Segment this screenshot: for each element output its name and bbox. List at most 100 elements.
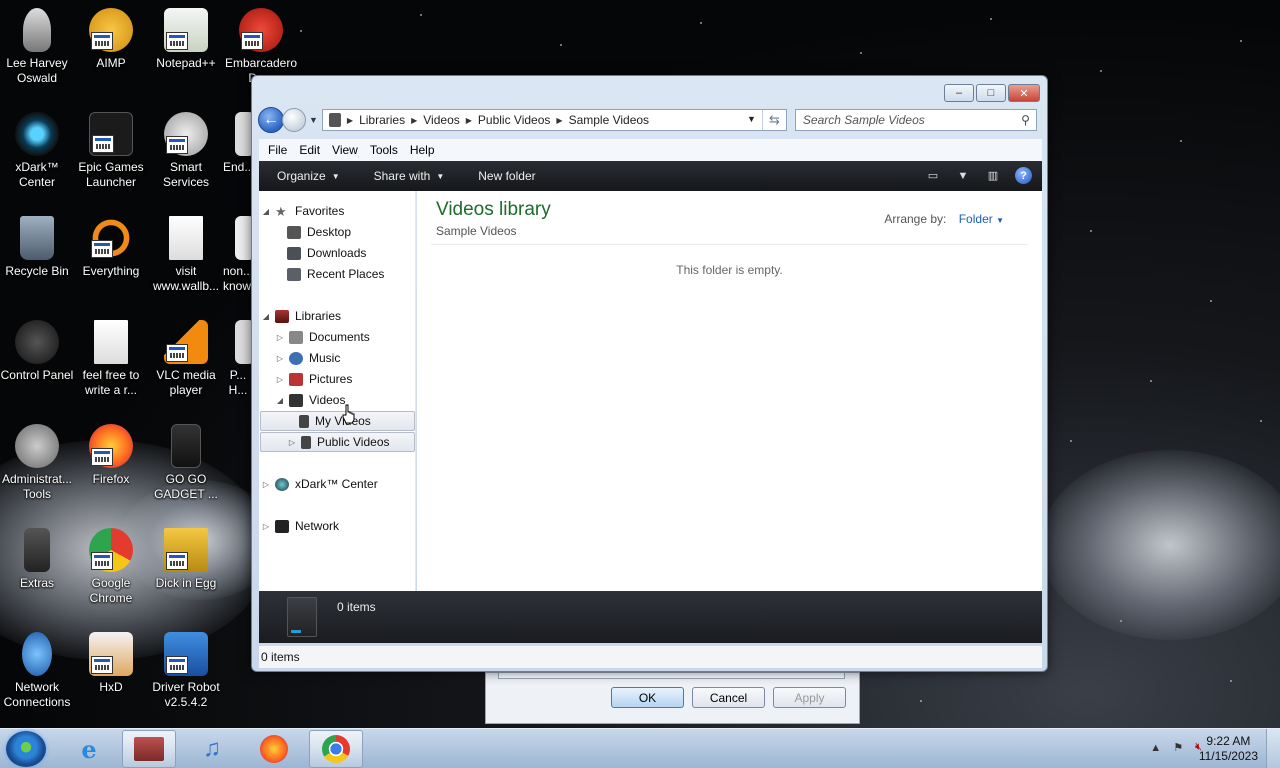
desktop-icon-extras[interactable]: Extras (0, 528, 75, 591)
desktop-icon-non-know[interactable]: non... know... (223, 216, 253, 294)
windows-explorer-icon[interactable] (122, 730, 176, 768)
forward-button[interactable] (282, 108, 306, 132)
expand-arrow-icon[interactable]: ▷ (261, 480, 271, 489)
expand-arrow-icon[interactable]: ▷ (275, 354, 285, 363)
help-icon[interactable]: ? (1015, 167, 1032, 184)
action-center-icon[interactable]: ⚑ (1173, 741, 1183, 754)
desktop-icon-everything[interactable]: Everything (73, 216, 149, 279)
desktop-icon-dick-in-egg[interactable]: Dick in Egg (148, 528, 224, 591)
firefox-icon[interactable] (247, 730, 301, 768)
cancel-button[interactable]: Cancel (692, 687, 765, 708)
tree-my-videos[interactable]: My Videos (260, 411, 415, 431)
desktop-icon-network-connections[interactable]: Network Connections (0, 632, 75, 710)
close-button[interactable]: ✕ (1008, 84, 1040, 102)
desktop-icon-label: Firefox (92, 472, 130, 486)
breadcrumb-libraries[interactable]: Libraries (353, 113, 411, 127)
libraries-icon (275, 309, 289, 323)
tree-libraries[interactable]: ◢ Libraries (261, 306, 341, 326)
desktop-icon-control-panel[interactable]: Control Panel (0, 320, 75, 383)
address-bar[interactable]: ▶ Libraries ▶ Videos ▶ Public Videos ▶ S… (321, 109, 787, 131)
desktop-icon-vlc[interactable]: VLC media player (148, 320, 224, 398)
desktop-icon-epic-games[interactable]: Epic Games Launcher (73, 112, 149, 190)
internet-explorer-icon[interactable]: e (62, 730, 116, 768)
itunes-icon[interactable]: ♫ (185, 730, 239, 768)
show-desktop-button[interactable] (1266, 729, 1280, 768)
file-list-area[interactable]: Videos library Sample Videos Arrange by:… (417, 191, 1042, 591)
desktop-icon-recycle-bin[interactable]: Recycle Bin (0, 216, 75, 279)
desktop-icon-notepadpp[interactable]: Notepad++ (148, 8, 224, 71)
menu-edit[interactable]: Edit (293, 143, 326, 157)
gadget-icon (171, 424, 201, 468)
menu-help[interactable]: Help (404, 143, 441, 157)
breadcrumb-videos[interactable]: Videos (417, 113, 465, 127)
tree-downloads[interactable]: Downloads (287, 243, 366, 263)
address-dropdown-icon[interactable]: ▼ (747, 114, 756, 124)
tree-music[interactable]: ▷ Music (275, 348, 340, 368)
tree-videos[interactable]: ◢ Videos (275, 390, 346, 410)
refresh-icon[interactable]: ⇆ (761, 110, 786, 130)
share-with-button[interactable]: Share with ▼ (356, 169, 461, 183)
collapse-arrow-icon[interactable]: ◢ (261, 312, 271, 321)
collapse-arrow-icon[interactable]: ◢ (261, 207, 271, 216)
desktop-icon-visit-wallb[interactable]: visit www.wallb... (148, 216, 224, 294)
desktop-icon-firefox[interactable]: Firefox (73, 424, 149, 487)
document-icon (169, 216, 203, 260)
arrange-by-dropdown[interactable]: Folder ▼ (959, 212, 1004, 226)
change-view-icon[interactable]: ▭ (925, 168, 941, 184)
chrome-icon[interactable] (309, 730, 363, 768)
desktop-icon-aimp[interactable]: AIMP (73, 8, 149, 71)
tree-xdark-center[interactable]: ▷ xDark™ Center (261, 474, 378, 494)
tree-network[interactable]: ▷ Network (261, 516, 339, 536)
desktop-icon-go-go-gadget[interactable]: GO GO GADGET ... (148, 424, 224, 502)
desktop-icon-admin-tools[interactable]: Administrat... Tools (0, 424, 75, 502)
menu-view[interactable]: View (326, 143, 364, 157)
desktop-icon-xdark[interactable]: xDark™ Center (0, 112, 75, 190)
organize-label: Organize (277, 169, 326, 183)
tree-desktop[interactable]: Desktop (287, 222, 351, 242)
desktop-icon-hxd[interactable]: HxD (73, 632, 149, 695)
recent-pages-dropdown[interactable]: ▼ (309, 115, 318, 125)
desktop-icon-google-chrome[interactable]: Google Chrome (73, 528, 149, 606)
desktop-icon-smart-services[interactable]: Smart Services (148, 112, 224, 190)
ok-button[interactable]: OK (611, 687, 684, 708)
status-item-count: 0 items (261, 650, 300, 664)
explorer-window: – □ ✕ ← ▼ ▶ Libraries ▶ Videos ▶ Public … (251, 75, 1048, 672)
window-controls: – □ ✕ (944, 84, 1040, 102)
tree-documents[interactable]: ▷ Documents (275, 327, 370, 347)
start-button[interactable] (6, 731, 46, 767)
preview-pane-icon[interactable]: ▥ (985, 168, 1001, 184)
menu-file[interactable]: File (262, 143, 293, 157)
menu-tools[interactable]: Tools (364, 143, 404, 157)
menu-bar: File Edit View Tools Help (259, 139, 1042, 161)
search-input[interactable]: Search Sample Videos ⚲ (794, 109, 1037, 131)
tree-recent-places[interactable]: Recent Places (287, 264, 384, 284)
breadcrumb-sample-videos[interactable]: Sample Videos (563, 113, 656, 127)
desktop-icon-lee-harvey-oswald[interactable]: Lee Harvey Oswald (0, 8, 75, 86)
new-folder-label: New folder (478, 169, 536, 183)
desktop-icon-end[interactable]: End... (223, 112, 253, 175)
organize-button[interactable]: Organize ▼ (259, 169, 356, 183)
desktop-icon-label: AIMP (96, 56, 126, 70)
desktop-icon-driver-robot[interactable]: Driver Robot v2.5.4.2 (148, 632, 224, 710)
show-hidden-icons-icon[interactable]: ▲ (1150, 742, 1161, 754)
minimize-button[interactable]: – (944, 84, 974, 102)
expand-arrow-icon[interactable]: ▷ (275, 375, 285, 384)
command-bar: Organize ▼ Share with ▼ New folder ▭ ▼ ▥… (259, 161, 1042, 191)
tree-public-videos[interactable]: ▷ Public Videos (260, 432, 415, 452)
collapse-arrow-icon[interactable]: ◢ (275, 396, 285, 405)
expand-arrow-icon[interactable]: ▷ (261, 522, 271, 531)
clock[interactable]: 9:22 AM 11/15/2023 (1199, 734, 1258, 764)
new-folder-button[interactable]: New folder (460, 169, 551, 183)
maximize-button[interactable]: □ (976, 84, 1006, 102)
tree-label: Pictures (309, 372, 353, 386)
search-icon[interactable]: ⚲ (1021, 113, 1030, 127)
tree-favorites[interactable]: ◢ ★ Favorites (261, 201, 344, 221)
expand-arrow-icon[interactable]: ▷ (287, 438, 297, 447)
expand-arrow-icon[interactable]: ▷ (275, 333, 285, 342)
desktop-icon-ph[interactable]: P... H... (223, 320, 253, 398)
desktop-icon-feel-free[interactable]: feel free to write a r... (73, 320, 149, 398)
tree-pictures[interactable]: ▷ Pictures (275, 369, 352, 389)
view-options-dropdown-icon[interactable]: ▼ (955, 168, 971, 184)
breadcrumb-public-videos[interactable]: Public Videos (472, 113, 557, 127)
back-button[interactable]: ← (258, 107, 284, 133)
